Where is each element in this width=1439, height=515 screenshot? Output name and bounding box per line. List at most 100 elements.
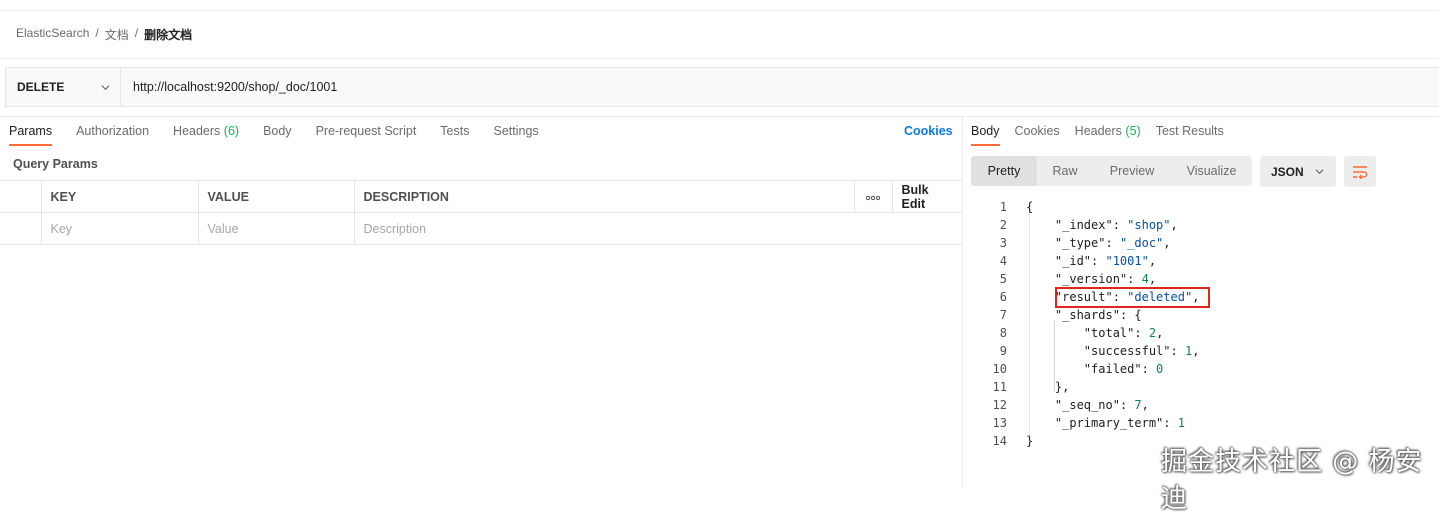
- watermark-text: 掘金技术社区 @ 杨安迪: [1161, 447, 1423, 514]
- response-tabs: Body Cookies Headers (5) Test Results: [971, 124, 1239, 146]
- code-line: 8 "total": 2,: [970, 324, 1199, 342]
- line-number: 7: [999, 308, 1007, 322]
- line-number: 3: [999, 236, 1007, 250]
- code-line: 4 "_id": "1001",: [970, 252, 1199, 270]
- line-number: 1: [999, 200, 1007, 214]
- view-pretty[interactable]: Pretty: [971, 156, 1037, 186]
- code-line: 5 "_version": 4,: [970, 270, 1199, 288]
- breadcrumb-parent[interactable]: 文档: [105, 26, 129, 43]
- ellipsis-icon: [865, 195, 881, 200]
- json-value: {: [1134, 308, 1142, 322]
- tab-body[interactable]: Body: [263, 124, 292, 146]
- url-input[interactable]: http://localhost:9200/shop/_doc/1001: [121, 80, 337, 94]
- breadcrumb-root[interactable]: ElasticSearch: [16, 26, 89, 43]
- line-number: 14: [992, 434, 1007, 448]
- tab-headers[interactable]: Headers (6): [173, 124, 239, 146]
- tab-response-body[interactable]: Body: [971, 124, 1000, 146]
- request-url-bar: DELETE http://localhost:9200/shop/_doc/1…: [5, 67, 1439, 107]
- tab-test-results[interactable]: Test Results: [1156, 124, 1224, 146]
- description-input[interactable]: Description: [353, 212, 962, 245]
- method-select[interactable]: DELETE: [6, 68, 121, 106]
- code-line: 10 "failed": 0: [970, 360, 1199, 378]
- view-mode-switch: Pretty Raw Preview Visualize: [971, 156, 1252, 186]
- breadcrumb: ElasticSearch / 文档 / 删除文档: [16, 26, 192, 43]
- json-value: 7: [1134, 398, 1142, 412]
- code-line: 3 "_type": "_doc",: [970, 234, 1199, 252]
- code-line: 7 "_shards": {: [970, 306, 1199, 324]
- format-select[interactable]: JSON: [1260, 156, 1336, 187]
- method-label: DELETE: [17, 80, 65, 94]
- breadcrumb-separator: /: [95, 26, 99, 40]
- code-text: "failed": 0: [1083, 362, 1164, 376]
- json-key: "_id": [1054, 254, 1092, 268]
- line-number: 4: [999, 254, 1007, 268]
- code-text: "_index": "shop",: [1054, 218, 1178, 232]
- code-text: }: [1026, 434, 1034, 448]
- divider: [0, 116, 1439, 117]
- code-line: 2 "_index": "shop",: [970, 216, 1199, 234]
- json-key: "total": [1083, 326, 1135, 340]
- json-value: "shop": [1127, 218, 1171, 232]
- bulk-edit-button[interactable]: Bulk Edit: [891, 180, 962, 213]
- chevron-down-icon: [1315, 169, 1324, 175]
- tab-tests[interactable]: Tests: [440, 124, 469, 146]
- wrap-lines-icon: [1353, 165, 1368, 179]
- column-header-value: VALUE: [197, 180, 355, 213]
- code-line: 9 "successful": 1,: [970, 342, 1200, 360]
- json-key: "_primary_term": [1054, 416, 1164, 430]
- json-key: "_version": [1054, 272, 1128, 286]
- more-options-icon[interactable]: [853, 180, 893, 213]
- query-params-table: KEY VALUE DESCRIPTION Bulk Edit Key Valu…: [0, 180, 962, 245]
- code-line: 11 },: [970, 378, 1199, 396]
- query-params-title: Query Params: [13, 157, 98, 171]
- line-number: 10: [992, 362, 1007, 376]
- json-key: "failed": [1083, 362, 1142, 376]
- row-checkbox-cell: [0, 212, 42, 245]
- line-number: 6: [999, 290, 1007, 304]
- table-row: Key Value Description: [0, 212, 962, 245]
- json-value: 4: [1141, 272, 1149, 286]
- json-key: "_type": [1054, 236, 1106, 250]
- json-value: 0: [1156, 362, 1164, 376]
- response-body-code[interactable]: 1{2 "_index": "shop", 3 "_type": "_doc", 4…: [970, 198, 1200, 450]
- highlight-box: [1055, 287, 1210, 308]
- chevron-down-icon: [101, 84, 110, 90]
- tab-response-cookies[interactable]: Cookies: [1015, 124, 1060, 146]
- view-preview[interactable]: Preview: [1093, 156, 1171, 186]
- code-text: "_type": "_doc",: [1054, 236, 1171, 250]
- tab-settings[interactable]: Settings: [493, 124, 538, 146]
- format-label: JSON: [1271, 164, 1304, 179]
- divider: [0, 58, 1439, 59]
- code-text: "_primary_term": 1: [1054, 416, 1185, 430]
- line-number: 13: [992, 416, 1007, 430]
- code-text: {: [1026, 200, 1034, 214]
- line-number: 2: [999, 218, 1007, 232]
- response-headers-count: (5): [1125, 124, 1141, 138]
- view-raw[interactable]: Raw: [1037, 156, 1093, 186]
- cookies-link[interactable]: Cookies: [904, 124, 953, 138]
- row-select-header: [0, 180, 42, 213]
- tab-params[interactable]: Params: [9, 124, 53, 146]
- tab-response-headers[interactable]: Headers (5): [1075, 124, 1141, 146]
- tab-pre-request-script[interactable]: Pre-request Script: [316, 124, 417, 146]
- breadcrumb-separator: /: [134, 26, 139, 40]
- value-input[interactable]: Value: [197, 212, 355, 245]
- wrap-lines-button[interactable]: [1344, 156, 1376, 187]
- json-value: 2: [1148, 326, 1157, 340]
- line-number: 5: [999, 272, 1007, 286]
- tab-authorization[interactable]: Authorization: [76, 124, 149, 146]
- json-value: "1001": [1105, 254, 1149, 268]
- top-edge: [0, 0, 1439, 11]
- code-text: "total": 2,: [1083, 326, 1164, 340]
- key-input[interactable]: Key: [40, 212, 199, 245]
- code-text: },: [1026, 380, 1070, 394]
- column-header-description: DESCRIPTION: [353, 180, 855, 213]
- breadcrumb-current[interactable]: 删除文档: [144, 26, 192, 43]
- line-number: 12: [992, 398, 1007, 412]
- view-visualize[interactable]: Visualize: [1171, 156, 1252, 186]
- line-number: 9: [999, 344, 1007, 358]
- json-value: "_doc": [1119, 236, 1164, 250]
- code-text: "successful": 1,: [1083, 344, 1200, 358]
- table-header-row: KEY VALUE DESCRIPTION Bulk Edit: [0, 180, 962, 213]
- pane-divider[interactable]: [962, 116, 963, 488]
